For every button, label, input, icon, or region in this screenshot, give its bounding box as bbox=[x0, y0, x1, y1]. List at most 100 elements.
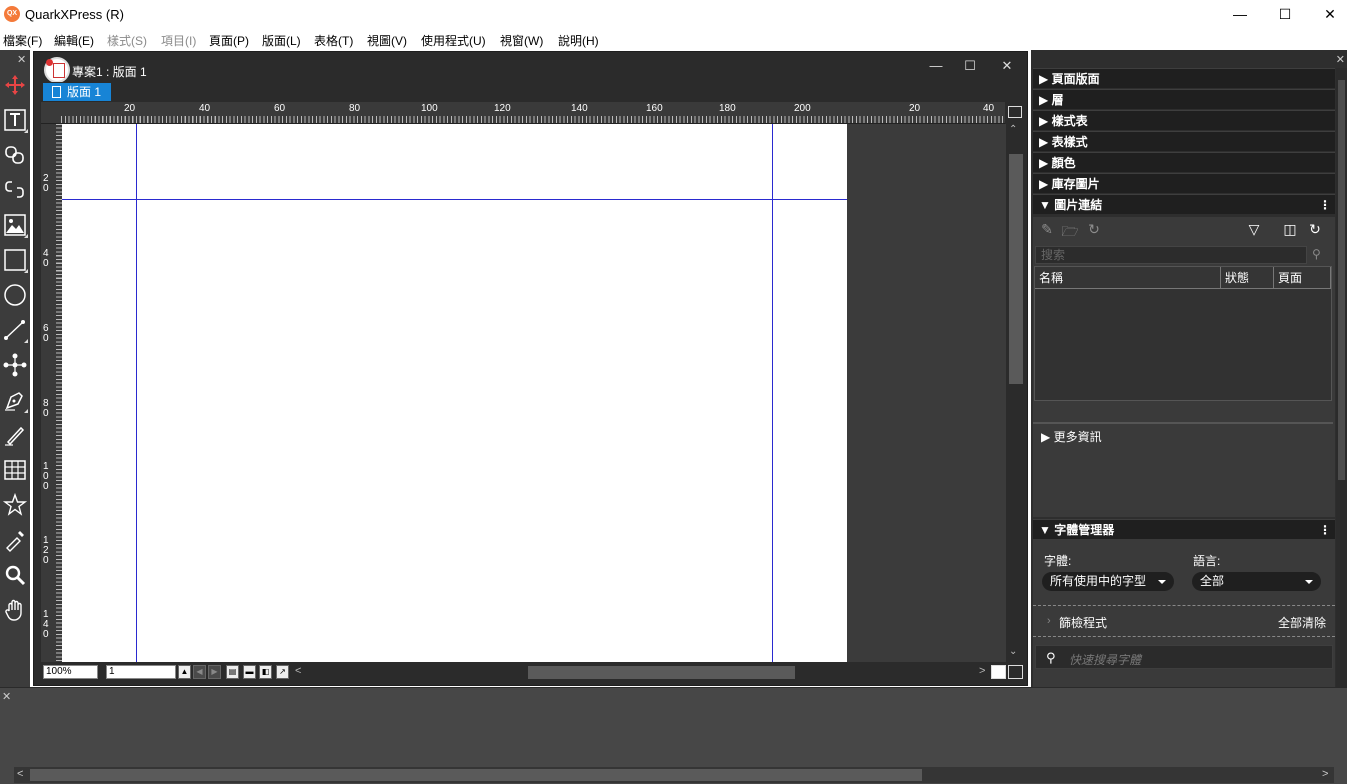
open-folder-icon[interactable]: 🗁 bbox=[1061, 221, 1079, 239]
vertical-ruler[interactable]: 2 0 4 0 6 0 8 0 1 0 0 1 2 0 1 4 0 bbox=[41, 124, 62, 662]
menu-utilities[interactable]: 使用程式(U) bbox=[421, 32, 486, 49]
menu-view[interactable]: 視圖(V) bbox=[367, 32, 407, 49]
point-tool-icon[interactable] bbox=[2, 352, 28, 378]
menu-page[interactable]: 頁面(P) bbox=[209, 32, 249, 49]
scrollbar-thumb[interactable] bbox=[1009, 154, 1023, 384]
rectangle-box-tool-icon[interactable] bbox=[2, 247, 28, 273]
section-picture-links[interactable]: ▼ 圖片連結 ⋮ bbox=[1033, 194, 1335, 214]
zoom-field[interactable]: 100% bbox=[43, 665, 98, 679]
column-header-name[interactable]: 名稱 bbox=[1035, 267, 1221, 289]
section-style-sheets[interactable]: ▶ 樣式表 bbox=[1033, 110, 1335, 130]
split-horizontal-icon[interactable]: ▬ bbox=[243, 665, 256, 679]
panel-scrollbar[interactable] bbox=[1336, 68, 1347, 687]
more-info-section[interactable]: ▶ 更多資訊 bbox=[1033, 422, 1333, 516]
output-view-icon[interactable] bbox=[1008, 665, 1023, 679]
chevron-right-icon[interactable]: > bbox=[1322, 768, 1328, 780]
minimize-icon[interactable]: — bbox=[921, 58, 951, 73]
text-linking-tool-icon[interactable] bbox=[2, 142, 28, 168]
oval-box-tool-icon[interactable] bbox=[2, 282, 28, 308]
section-layers[interactable]: ▶ 層 bbox=[1033, 89, 1335, 109]
next-page-icon[interactable]: ▶ bbox=[208, 665, 221, 679]
bottom-horizontal-scrollbar[interactable]: < > bbox=[14, 767, 1334, 783]
menu-help[interactable]: 說明(H) bbox=[558, 32, 599, 49]
clear-all-link[interactable]: 全部清除 bbox=[1278, 614, 1326, 631]
chevron-up-icon[interactable]: ⌃ bbox=[1009, 124, 1017, 135]
refresh-icon[interactable]: ↻ bbox=[1306, 221, 1324, 239]
page-number-field[interactable]: 1 bbox=[106, 665, 176, 679]
filters-toggle[interactable]: 篩檢程式 bbox=[1059, 614, 1107, 631]
search-icon[interactable]: ⚲ bbox=[1312, 247, 1321, 261]
search-icon: ⚲ bbox=[1046, 650, 1056, 665]
font-filter-dropdown[interactable]: 所有使用中的字型 bbox=[1042, 572, 1174, 591]
scrollbar-thumb[interactable] bbox=[528, 666, 795, 679]
tab-layout-1[interactable]: 版面 1 bbox=[43, 83, 111, 101]
relink-icon[interactable]: ↻ bbox=[1085, 221, 1103, 239]
horizontal-ruler[interactable]: 20 40 60 80 100 120 140 160 180 200 20 4… bbox=[41, 102, 1005, 124]
horizontal-scrollbar[interactable]: < > bbox=[291, 665, 991, 679]
menu-item[interactable]: 項目(I) bbox=[161, 32, 196, 49]
scrollbar-thumb[interactable] bbox=[1338, 80, 1345, 480]
prev-page-icon[interactable]: ◀ bbox=[193, 665, 206, 679]
columns-icon[interactable]: ◫ bbox=[1281, 221, 1299, 239]
maximize-icon[interactable]: ☐ bbox=[1262, 0, 1308, 30]
column-header-status[interactable]: 狀態 bbox=[1221, 267, 1274, 289]
layout-tabs: 版面 1 bbox=[34, 82, 1027, 102]
column-header-page[interactable]: 頁面 bbox=[1274, 267, 1331, 289]
move-tool-icon[interactable] bbox=[2, 72, 28, 98]
section-stock-images[interactable]: ▶ 庫存圖片 bbox=[1033, 173, 1335, 193]
close-icon[interactable]: ✕ bbox=[992, 58, 1022, 74]
links-search-input[interactable]: 搜索 bbox=[1035, 246, 1307, 264]
chevron-left-icon[interactable]: < bbox=[17, 768, 23, 780]
menu-style[interactable]: 樣式(S) bbox=[107, 32, 147, 49]
text-unlinking-tool-icon[interactable] bbox=[2, 177, 28, 203]
scrollbar-thumb[interactable] bbox=[30, 769, 922, 781]
vertical-scrollbar[interactable]: ⌃ ⌄ bbox=[1006, 124, 1026, 662]
edit-pencil-icon[interactable]: ✎ bbox=[1038, 221, 1056, 239]
split-view-button[interactable] bbox=[1008, 106, 1022, 118]
print-view-icon[interactable] bbox=[991, 665, 1006, 679]
menu-file[interactable]: 檔案(F) bbox=[3, 32, 42, 49]
document-page[interactable] bbox=[62, 124, 847, 662]
format-painter-tool-icon[interactable] bbox=[2, 527, 28, 553]
pan-tool-icon[interactable] bbox=[2, 597, 28, 623]
line-tool-icon[interactable] bbox=[2, 317, 28, 343]
menu-window[interactable]: 視窗(W) bbox=[500, 32, 543, 49]
language-dropdown[interactable]: 全部 bbox=[1192, 572, 1321, 591]
menu-table[interactable]: 表格(T) bbox=[314, 32, 353, 49]
close-icon[interactable]: ✕ bbox=[1336, 53, 1345, 66]
chevron-left-icon[interactable]: < bbox=[295, 665, 301, 677]
section-font-manager[interactable]: ▼ 字體管理器 ⋮ bbox=[1033, 519, 1335, 539]
section-table-styles[interactable]: ▶ 表樣式 bbox=[1033, 131, 1335, 151]
export-icon[interactable]: ↗ bbox=[276, 665, 289, 679]
zoom-tool-icon[interactable] bbox=[2, 562, 28, 588]
more-info-label: ▶ 更多資訊 bbox=[1041, 430, 1102, 444]
chevron-down-icon[interactable]: ⌄ bbox=[1009, 646, 1017, 657]
maximize-icon[interactable]: ☐ bbox=[955, 58, 985, 74]
table-tool-icon[interactable] bbox=[2, 457, 28, 483]
filter-icon[interactable]: ▽ bbox=[1245, 221, 1263, 239]
page-menu-button[interactable]: ▲ bbox=[178, 665, 191, 679]
section-page-layout[interactable]: ▶ 頁面版面 bbox=[1033, 68, 1335, 88]
menubar: 檔案(F) 編輯(E) 樣式(S) 項目(I) 頁面(P) 版面(L) 表格(T… bbox=[0, 30, 1347, 50]
close-icon[interactable]: ✕ bbox=[2, 690, 11, 703]
section-colors[interactable]: ▶ 顏色 bbox=[1033, 152, 1335, 172]
pen-tool-icon[interactable] bbox=[2, 387, 28, 413]
close-icon[interactable]: ✕ bbox=[17, 53, 26, 66]
font-search-input[interactable]: ⚲ 快速搜尋字體 bbox=[1035, 645, 1333, 669]
close-icon[interactable]: ✕ bbox=[1307, 0, 1347, 30]
split-vertical-icon[interactable]: ◧ bbox=[259, 665, 272, 679]
more-options-icon[interactable]: ⋮ bbox=[1319, 195, 1331, 215]
chevron-right-icon[interactable]: › bbox=[1047, 615, 1051, 627]
chevron-right-icon[interactable]: > bbox=[979, 665, 985, 677]
picture-content-tool-icon[interactable] bbox=[2, 212, 28, 238]
picture-links-table[interactable]: 名稱 狀態 頁面 bbox=[1034, 266, 1332, 401]
minimize-icon[interactable]: — bbox=[1217, 0, 1263, 30]
layout-canvas[interactable] bbox=[62, 124, 1006, 662]
more-options-icon[interactable]: ⋮ bbox=[1319, 520, 1331, 540]
text-content-tool-icon[interactable] bbox=[2, 107, 28, 133]
view-mode-icon[interactable]: ▤ bbox=[226, 665, 239, 679]
freehand-tool-icon[interactable] bbox=[2, 422, 28, 448]
menu-edit[interactable]: 編輯(E) bbox=[54, 32, 94, 49]
menu-layout[interactable]: 版面(L) bbox=[262, 32, 301, 49]
starburst-tool-icon[interactable] bbox=[2, 492, 28, 518]
